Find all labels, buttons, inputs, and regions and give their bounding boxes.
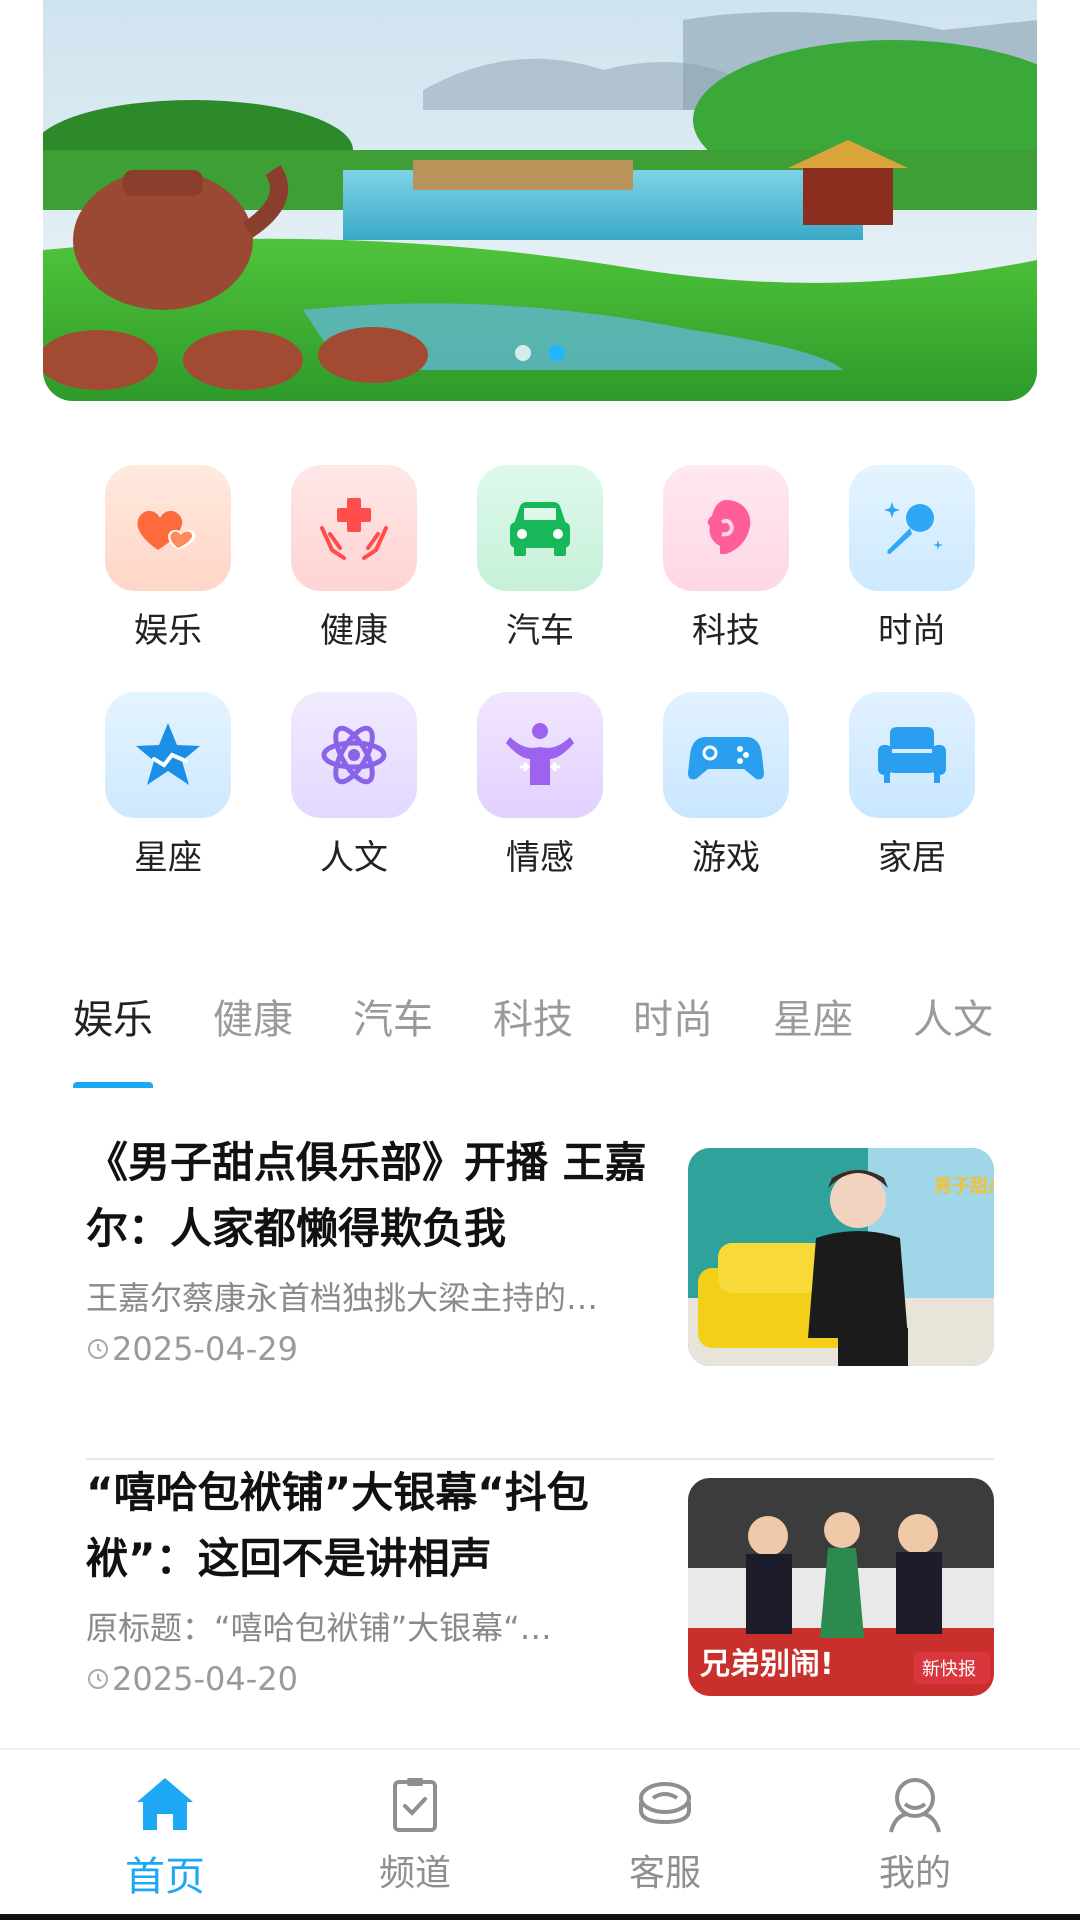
category-entertainment[interactable]: 娱乐: [75, 465, 261, 652]
article-item[interactable]: 《男子甜点俱乐部》开播 王嘉尔：人家都懒得欺负我 王嘉尔蔡康永首档独挑大梁主持的…: [86, 1130, 994, 1460]
category-label: 游戏: [692, 837, 760, 878]
tab-tech[interactable]: 科技: [493, 988, 573, 1088]
article-item[interactable]: “嘻哈包袱铺”大银幕“抖包袱”：这回不是讲相声 原标题：“嘻哈包袱铺”大银幕“……: [86, 1460, 994, 1790]
tab-car[interactable]: 汽车: [353, 988, 433, 1088]
category-label: 时尚: [878, 611, 946, 651]
category-label: 人文: [320, 837, 388, 878]
article-date: 2025-04-20: [86, 1660, 656, 1698]
category-humanities[interactable]: 人文: [261, 691, 447, 879]
car-icon: [477, 465, 603, 591]
nav-home[interactable]: 首页: [65, 1750, 265, 1902]
medical-hands-icon: [291, 465, 417, 591]
thumbnail-overlay-text: 兄弟别闹!: [700, 1647, 834, 1682]
banner-carousel[interactable]: [43, 0, 1037, 401]
category-games[interactable]: 游戏: [633, 691, 819, 879]
article-thumbnail[interactable]: 男子甜点俱乐部: [688, 1148, 994, 1366]
clock-icon: [88, 1339, 108, 1359]
tab-constellation[interactable]: 星座: [773, 988, 853, 1088]
category-tech[interactable]: 科技: [633, 465, 819, 652]
banner-image: [43, 0, 1037, 401]
clock-icon: [88, 1669, 108, 1689]
category-home-living[interactable]: 家居: [819, 691, 1005, 879]
category-tabs: 娱乐 健康 汽车 科技 时尚 星座 人文: [73, 988, 1080, 1088]
category-label: 情感: [506, 837, 574, 878]
article-date-text: 2025-04-20: [112, 1660, 298, 1698]
clipboard-check-icon: [393, 1778, 437, 1832]
microphone-icon: [849, 465, 975, 591]
thumbnail-image: 兄弟别闹! 新快报: [688, 1478, 994, 1696]
category-grid: 娱乐 健康 汽车 科技 时尚 星座 人文 情感 游戏 家居: [75, 465, 1005, 879]
category-label: 家居: [878, 837, 946, 878]
article-summary: 原标题：“嘻哈包袱铺”大银幕“…: [86, 1609, 552, 1647]
hearts-icon: [105, 465, 231, 591]
article-list: 《男子甜点俱乐部》开播 王嘉尔：人家都懒得欺负我 王嘉尔蔡康永首档独挑大梁主持的…: [86, 1130, 994, 1790]
nav-channel[interactable]: 频道: [315, 1750, 515, 1896]
category-constellation[interactable]: 星座: [75, 691, 261, 879]
tab-fashion[interactable]: 时尚: [633, 988, 713, 1088]
nav-mine[interactable]: 我的: [815, 1750, 1015, 1896]
gamepad-icon: [663, 691, 789, 818]
nav-mine-label: 我的: [878, 1853, 951, 1894]
home-indicator: [0, 1914, 1080, 1920]
article-date: 2025-04-29: [86, 1330, 656, 1368]
tab-health[interactable]: 健康: [213, 988, 293, 1088]
profile-head-icon: [663, 465, 789, 591]
service-icon: [639, 1782, 691, 1825]
article-date-text: 2025-04-29: [112, 1330, 298, 1368]
article-text: 《男子甜点俱乐部》开播 王嘉尔：人家都懒得欺负我 王嘉尔蔡康永首档独挑大梁主持的…: [86, 1130, 656, 1368]
article-summary: 王嘉尔蔡康永首档独挑大梁主持的…: [86, 1279, 599, 1317]
category-car[interactable]: 汽车: [447, 465, 633, 652]
atom-icon: [291, 691, 417, 818]
user-icon: [889, 1778, 941, 1833]
tab-humanities[interactable]: 人文: [913, 988, 993, 1088]
nav-channel-label: 频道: [378, 1853, 451, 1894]
carousel-dot[interactable]: [515, 345, 531, 361]
bottom-navigation: 首页 频道 客服 我的: [0, 1748, 1080, 1920]
category-label: 健康: [320, 611, 388, 651]
category-fashion[interactable]: 时尚: [819, 465, 1005, 652]
app-screen: 娱乐 健康 汽车 科技 时尚 星座 人文 情感 游戏 家居 娱乐 健康 汽车 科…: [0, 0, 1080, 1920]
carousel-indicator: [43, 345, 1037, 361]
category-label: 科技: [692, 611, 760, 651]
article-title[interactable]: “嘻哈包袱铺”大银幕“抖包袱”：这回不是讲相声: [86, 1460, 656, 1592]
thumbnail-badge-text: 新快报: [922, 1659, 976, 1680]
nav-home-label: 首页: [125, 1854, 205, 1900]
category-label: 娱乐: [134, 611, 202, 651]
category-label: 汽车: [506, 611, 574, 651]
category-health[interactable]: 健康: [261, 465, 447, 652]
thumbnail-overlay-text: 男子甜点俱乐部: [934, 1175, 994, 1197]
nav-service[interactable]: 客服: [565, 1750, 765, 1896]
person-arms-icon: [477, 691, 603, 818]
category-label: 星座: [134, 837, 202, 878]
home-icon: [137, 1778, 193, 1830]
carousel-dot-active[interactable]: [549, 345, 565, 361]
star-icon: [105, 691, 231, 818]
category-emotion[interactable]: 情感: [447, 691, 633, 879]
article-thumbnail[interactable]: 兄弟别闹! 新快报: [688, 1478, 994, 1696]
thumbnail-image: 男子甜点俱乐部: [688, 1148, 994, 1366]
tab-entertainment[interactable]: 娱乐: [73, 988, 153, 1088]
article-title[interactable]: 《男子甜点俱乐部》开播 王嘉尔：人家都懒得欺负我: [86, 1130, 656, 1262]
nav-service-label: 客服: [628, 1853, 701, 1894]
sofa-icon: [849, 691, 975, 818]
article-text: “嘻哈包袱铺”大银幕“抖包袱”：这回不是讲相声 原标题：“嘻哈包袱铺”大银幕“……: [86, 1460, 656, 1698]
